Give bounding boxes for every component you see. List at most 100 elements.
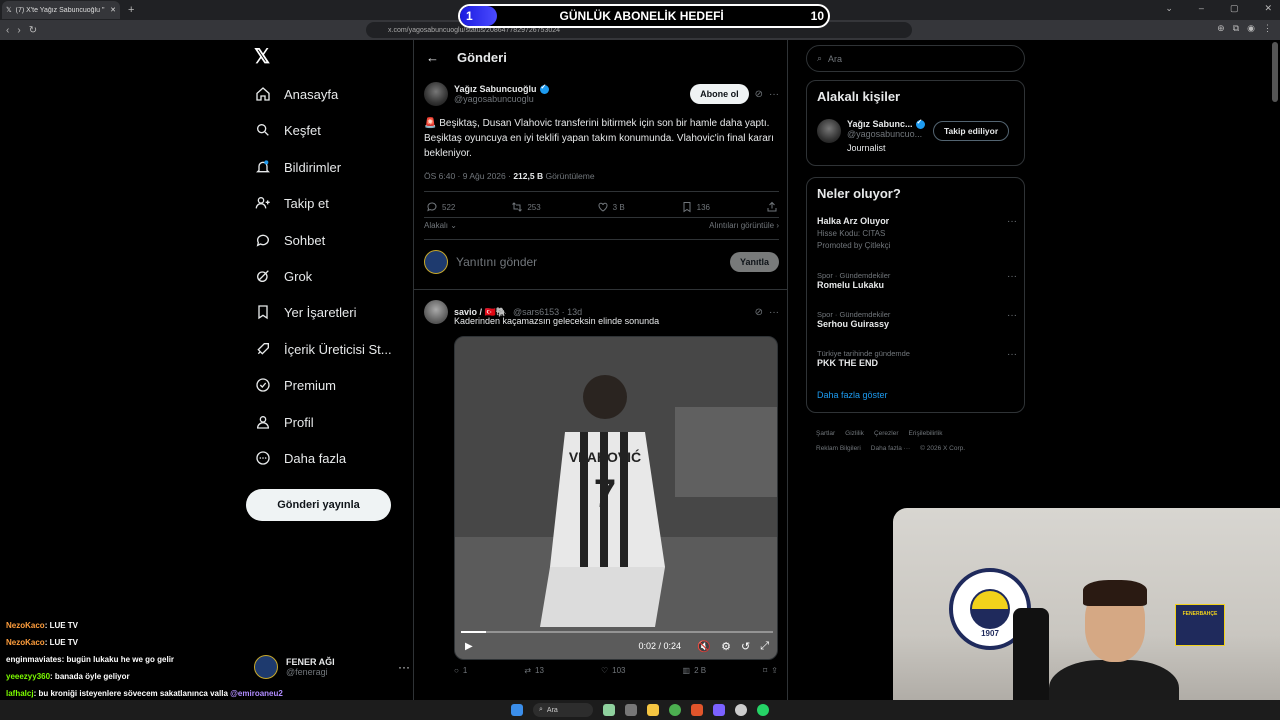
chrome-icon[interactable]	[669, 704, 681, 716]
extensions-icon[interactable]: ⧉	[1233, 23, 1239, 34]
chat-username[interactable]: enginmaviates	[6, 655, 62, 664]
zoom-icon[interactable]: ⊕	[1217, 23, 1225, 34]
reply-post[interactable]: savio / 🇹🇷🐘 @sars6153 · 13d ⊘ ··· Kaderi…	[414, 289, 787, 700]
nav-item-bell[interactable]: Bildirimler	[254, 153, 341, 181]
avatar[interactable]	[424, 300, 448, 324]
mute-icon[interactable]: 🔇	[697, 640, 711, 653]
maximize-button[interactable]: ▢	[1230, 3, 1239, 14]
subscribe-button[interactable]: Abone ol	[690, 84, 749, 104]
windows-start-icon[interactable]	[511, 704, 523, 716]
footer-link[interactable]: Daha fazla ···	[871, 445, 910, 452]
view-quotes-link[interactable]: Alıntıları görüntüle ›	[709, 221, 779, 230]
reload-icon[interactable]: ↻	[29, 25, 37, 36]
following-button[interactable]: Takip ediliyor	[933, 121, 1010, 141]
nav-item-grok[interactable]: Grok	[254, 262, 312, 290]
chat-username[interactable]: yeeezyy360	[6, 672, 50, 681]
nav-item-premium[interactable]: Premium	[254, 371, 336, 399]
x-logo-icon[interactable]: 𝕏	[254, 47, 272, 67]
nav-item-bookmark[interactable]: Yer İşaretleri	[254, 298, 357, 326]
trend-item[interactable]: Halka Arz Oluyor Hisse Kodu: CITAS Promote…	[817, 216, 1017, 250]
profile-icon[interactable]: ◉	[1247, 23, 1255, 34]
video-progress-bar[interactable]	[461, 631, 773, 633]
tab-search-icon[interactable]: ⌄	[1165, 3, 1173, 14]
chat-username[interactable]: NezoKaco	[6, 621, 45, 630]
bookmark-action[interactable]: 136	[681, 200, 710, 214]
grok-icon[interactable]: ⊘	[755, 307, 763, 318]
more-icon[interactable]: ···	[1007, 349, 1017, 360]
discord-icon[interactable]	[713, 704, 725, 716]
new-tab-button[interactable]: +	[128, 4, 134, 16]
footer-link[interactable]: Çerezler	[874, 430, 899, 437]
file-explorer-icon[interactable]	[647, 704, 659, 716]
fullscreen-icon[interactable]: ⤢	[760, 640, 769, 653]
nav-item-profile[interactable]: Profil	[254, 408, 314, 436]
search-input[interactable]: ⌕ Ara	[806, 45, 1025, 72]
share-icon[interactable]: ⇪	[771, 666, 778, 675]
back-arrow-icon[interactable]: ←	[426, 50, 439, 65]
back-nav-icon[interactable]: ‹	[6, 25, 9, 36]
more-icon[interactable]: ···	[769, 89, 779, 100]
whatsapp-icon[interactable]	[757, 704, 769, 716]
obs-icon[interactable]	[735, 704, 747, 716]
reply-action[interactable]: 522	[426, 200, 455, 214]
reply-action[interactable]: ○ 1	[454, 666, 467, 675]
nav-item-label: Keşfet	[284, 122, 321, 138]
show-more-link[interactable]: Daha fazla göster	[817, 390, 888, 400]
views-action[interactable]: ▥ 2 B	[683, 666, 707, 675]
footer-link[interactable]: Gizlilik	[845, 430, 864, 437]
task-view-icon[interactable]	[625, 704, 637, 716]
nav-item-rocket[interactable]: İçerik Üreticisi St...	[254, 335, 392, 363]
author-name-row[interactable]: Yağız Sabuncuoğlu	[454, 83, 549, 94]
related-bio: Journalist	[847, 143, 886, 153]
more-icon[interactable]: ···	[1007, 271, 1017, 282]
chat-mention[interactable]: @emiroaneu2	[230, 689, 283, 698]
browser-tab[interactable]: 𝕏 (7) X'te Yağız Sabuncuoğlu " ✕	[2, 1, 120, 19]
trend-item[interactable]: Spor · Gündemdekiler Romelu Lukaku ···	[817, 271, 1017, 290]
footer-link[interactable]: Erişilebilirlik	[909, 430, 943, 437]
share-action[interactable]	[766, 200, 778, 214]
trend-name: Serhou Guirassy	[817, 319, 890, 329]
forward-nav-icon[interactable]: ›	[17, 25, 20, 36]
chat-username[interactable]: NezoKaco	[6, 638, 45, 647]
close-window-button[interactable]: ✕	[1264, 3, 1272, 14]
nav-item-more[interactable]: Daha fazla	[254, 444, 346, 472]
rewind-icon[interactable]: ↺	[741, 640, 750, 653]
grok-icon[interactable]: ⊘	[755, 89, 763, 100]
menu-icon[interactable]: ⋮	[1263, 23, 1272, 34]
settings-icon[interactable]: ⚙	[721, 640, 731, 653]
like-action[interactable]: 3 B	[597, 200, 625, 214]
reply-input[interactable]: Yanıtını gönder	[456, 255, 537, 269]
minimize-button[interactable]: –	[1199, 3, 1204, 14]
page-scrollbar[interactable]	[1272, 42, 1278, 102]
repost-action[interactable]: 253	[511, 200, 541, 214]
play-icon[interactable]: ▶	[465, 641, 473, 652]
close-tab-icon[interactable]: ✕	[110, 6, 116, 14]
bookmark-action[interactable]: ⌑ ⇪	[763, 666, 778, 675]
more-icon[interactable]: ···	[769, 307, 779, 318]
heart-icon: ♡	[600, 666, 609, 675]
footer-link[interactable]: Reklam Bilgileri	[816, 445, 861, 452]
nav-item-search[interactable]: Keşfet	[254, 116, 321, 144]
reply-button[interactable]: Yanıtla	[729, 252, 779, 272]
nav-item-chat[interactable]: Sohbet	[254, 226, 325, 254]
avatar[interactable]	[424, 82, 448, 106]
sort-dropdown[interactable]: Alakalı ⌄	[424, 221, 457, 230]
nav-item-person-add[interactable]: Takip et	[254, 189, 329, 217]
post-button[interactable]: Gönderi yayınla	[246, 489, 391, 521]
trend-item[interactable]: Spor · Gündemdekiler Serhou Guirassy ···	[817, 310, 1017, 329]
chat-username[interactable]: lafhalcj	[6, 689, 34, 698]
more-icon[interactable]: ···	[1007, 310, 1017, 321]
taskbar-search[interactable]: ⌕ Ara	[533, 703, 593, 717]
brave-icon[interactable]	[691, 704, 703, 716]
nav-item-home[interactable]: Anasayfa	[254, 80, 338, 108]
trend-item[interactable]: Türkiye tarihinde gündemde PKK THE END ···	[817, 349, 1017, 368]
video-player[interactable]: VLAHOVIĆ 7 ▶ 0:02 / 0:24 🔇 ⚙ ↺ ⤢	[454, 336, 778, 660]
more-icon[interactable]: ···	[1007, 216, 1017, 227]
repost-action[interactable]: ⇄ 13	[524, 666, 544, 675]
footer-link[interactable]: Şartlar	[816, 430, 835, 437]
footer-link[interactable]: © 2026 X Corp.	[920, 445, 965, 452]
widgets-icon[interactable]	[603, 704, 615, 716]
divider	[424, 191, 779, 192]
like-action[interactable]: ♡ 103	[601, 666, 626, 675]
footer-links: Şartlar Gizlilik Çerezler Erişilebilirlik Re…	[816, 426, 1016, 456]
